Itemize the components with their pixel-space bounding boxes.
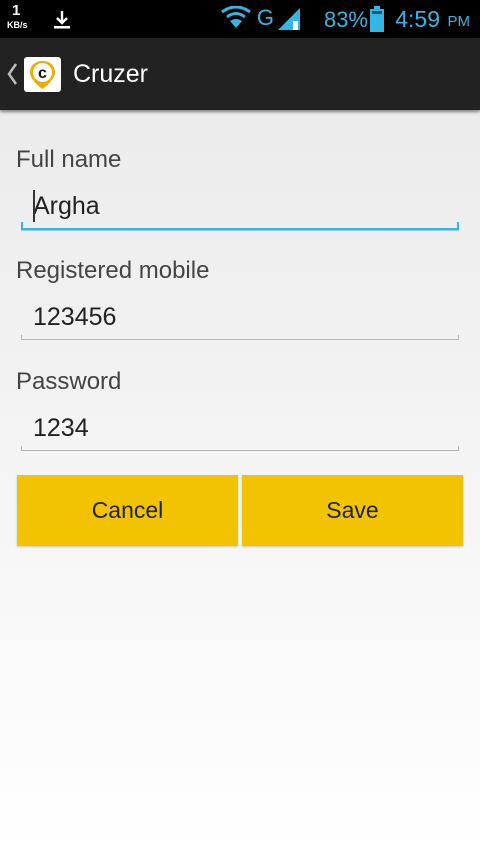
full-name-underline-focused [21,222,459,231]
text-cursor [33,190,35,222]
full-name-label: Full name [16,146,122,173]
save-button[interactable]: Save [242,475,463,546]
back-chevron-icon[interactable] [5,60,19,93]
network-type: G [256,5,274,30]
clock: 4:59 [395,6,440,32]
clock-am-pm: PM [447,13,471,30]
mobile-underline [21,335,459,340]
signal-icon [276,8,302,35]
password-underline [21,446,459,451]
password-label: Password [16,368,122,395]
network-speed-unit: KB/s [7,20,28,30]
status-bar: 1 KB/s G 83% 4:59 PM [0,0,480,38]
mobile-input[interactable] [21,297,459,337]
battery-percentage: 83% [323,7,368,32]
app-title: Cruzer [73,60,149,88]
full-name-input[interactable] [21,186,459,226]
wifi-icon [220,5,252,35]
action-bar: c Cruzer [0,38,480,110]
download-icon [52,10,72,35]
network-speed-value: 1 [12,2,21,19]
battery-icon [370,6,384,37]
cancel-button[interactable]: Cancel [17,475,238,546]
password-input[interactable] [21,408,459,448]
mobile-label: Registered mobile [16,257,210,284]
app-logo[interactable]: c [24,57,61,92]
svg-text:c: c [38,65,47,82]
